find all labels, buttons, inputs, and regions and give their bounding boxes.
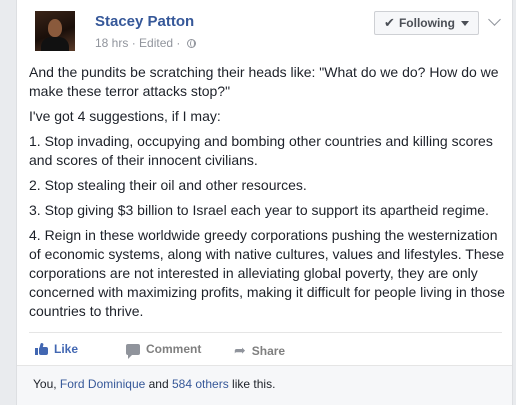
edited-label[interactable]: Edited: [139, 36, 173, 50]
like-label: Like: [54, 342, 79, 356]
post-paragraph: 1. Stop invading, occupying and bombing …: [29, 133, 493, 168]
share-label: Share: [251, 343, 286, 358]
post-meta: 18 hrs · Edited ·: [95, 36, 196, 50]
post-paragraph: I've got 4 suggestions, if I may:: [29, 108, 221, 124]
chevron-down-icon[interactable]: [488, 13, 501, 26]
post-paragraph: 4. Reign in these worldwide greedy corpo…: [29, 227, 505, 319]
author-name[interactable]: Stacey Patton: [95, 13, 194, 30]
avatar[interactable]: [35, 11, 75, 51]
check-icon: ✔: [384, 15, 395, 30]
action-bar: Like Comment ➦ Share: [29, 340, 499, 360]
post-paragraph: And the pundits be scratching their head…: [29, 64, 499, 99]
post-card: Stacey Patton 18 hrs · Edited · ✔ Follow…: [16, 0, 513, 405]
following-button[interactable]: ✔ Following: [374, 11, 479, 35]
divider: [29, 332, 502, 333]
share-button[interactable]: ➦ Share: [234, 342, 285, 359]
likes-summary: You, Ford Dominique and 584 others like …: [33, 377, 275, 391]
caret-down-icon: [460, 20, 469, 26]
liker-link[interactable]: Ford Dominique: [60, 377, 145, 391]
like-icon: [35, 342, 48, 355]
post-paragraph: 2. Stop stealing their oil and other res…: [29, 177, 307, 193]
avatar-body: [41, 37, 69, 51]
globe-icon[interactable]: [186, 39, 196, 48]
meta-separator: ·: [176, 36, 184, 50]
like-button[interactable]: Like: [35, 342, 78, 356]
comment-label: Comment: [146, 342, 202, 356]
likes-footer: You, Ford Dominique and 584 others like …: [17, 365, 512, 405]
avatar-face: [48, 19, 62, 37]
following-label: Following: [398, 16, 455, 30]
meta-separator: ·: [131, 36, 140, 50]
post-paragraph: 3. Stop giving $3 billion to Israel each…: [29, 202, 489, 218]
timestamp[interactable]: 18 hrs: [95, 36, 128, 50]
likes-suffix: like this.: [228, 377, 276, 391]
post-text: And the pundits be scratching their head…: [29, 63, 507, 327]
others-likers-link[interactable]: 584 others: [172, 377, 229, 391]
likes-and: and: [145, 377, 172, 391]
likes-prefix: You,: [33, 377, 60, 391]
comment-button[interactable]: Comment: [126, 342, 202, 359]
comment-icon: [126, 343, 140, 359]
share-icon: ➦: [234, 342, 246, 358]
